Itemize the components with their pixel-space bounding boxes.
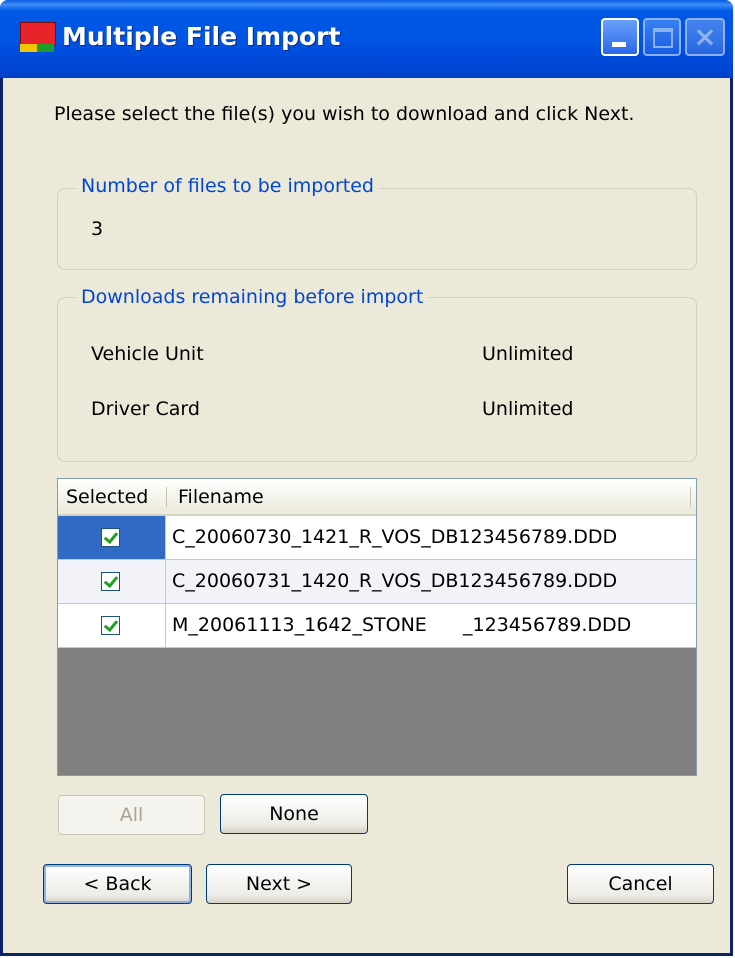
grid-header: Selected Filename [58, 479, 696, 516]
selected-cell[interactable] [58, 516, 166, 560]
select-none-button[interactable]: None [220, 794, 368, 834]
files-count-group [57, 188, 697, 270]
checkbox-checked-icon[interactable] [101, 616, 120, 635]
downloads-remaining-group-label: Downloads remaining before import [76, 286, 429, 308]
downloads-remaining-group [57, 297, 697, 462]
filename-cell[interactable]: C_20060731_1420_R_VOS_DB123456789.DDD [166, 560, 696, 604]
table-row[interactable]: M_20061113_1642_STONE _123456789.DDD [58, 604, 696, 648]
import-dialog-window: Multiple File Import × Please select the… [0, 0, 733, 956]
files-count-group-label: Number of files to be imported [76, 175, 379, 197]
driver-card-label: Driver Card [91, 398, 200, 420]
files-count-value: 3 [91, 218, 104, 240]
filename-cell[interactable]: C_20060730_1421_R_VOS_DB123456789.DDD [166, 516, 696, 560]
instruction-text: Please select the file(s) you wish to do… [54, 103, 635, 125]
selected-cell[interactable] [58, 604, 166, 648]
next-button[interactable]: Next > [206, 864, 352, 904]
checkbox-checked-icon[interactable] [101, 528, 120, 547]
checkbox-checked-icon[interactable] [101, 572, 120, 591]
table-row[interactable]: C_20060731_1420_R_VOS_DB123456789.DDD [58, 560, 696, 604]
minimize-icon[interactable] [601, 18, 639, 56]
cancel-button[interactable]: Cancel [567, 864, 714, 904]
back-button[interactable]: < Back [43, 864, 192, 904]
select-all-button[interactable]: All [58, 795, 205, 835]
app-icon [20, 22, 56, 52]
column-header-filename[interactable]: Filename [178, 486, 264, 508]
table-row[interactable]: C_20060730_1421_R_VOS_DB123456789.DDD [58, 516, 696, 560]
maximize-icon [643, 18, 681, 56]
file-grid[interactable]: Selected Filename C_20060730_1421_R_VOS_… [57, 478, 697, 776]
title-bar[interactable]: Multiple File Import × [0, 0, 733, 78]
window-title: Multiple File Import [62, 22, 341, 51]
driver-card-value: Unlimited [482, 398, 574, 420]
vehicle-unit-label: Vehicle Unit [91, 343, 204, 365]
close-icon: × [685, 18, 725, 56]
filename-cell[interactable]: M_20061113_1642_STONE _123456789.DDD [166, 604, 696, 648]
column-header-selected[interactable]: Selected [66, 486, 148, 508]
selected-cell[interactable] [58, 560, 166, 604]
vehicle-unit-value: Unlimited [482, 343, 574, 365]
